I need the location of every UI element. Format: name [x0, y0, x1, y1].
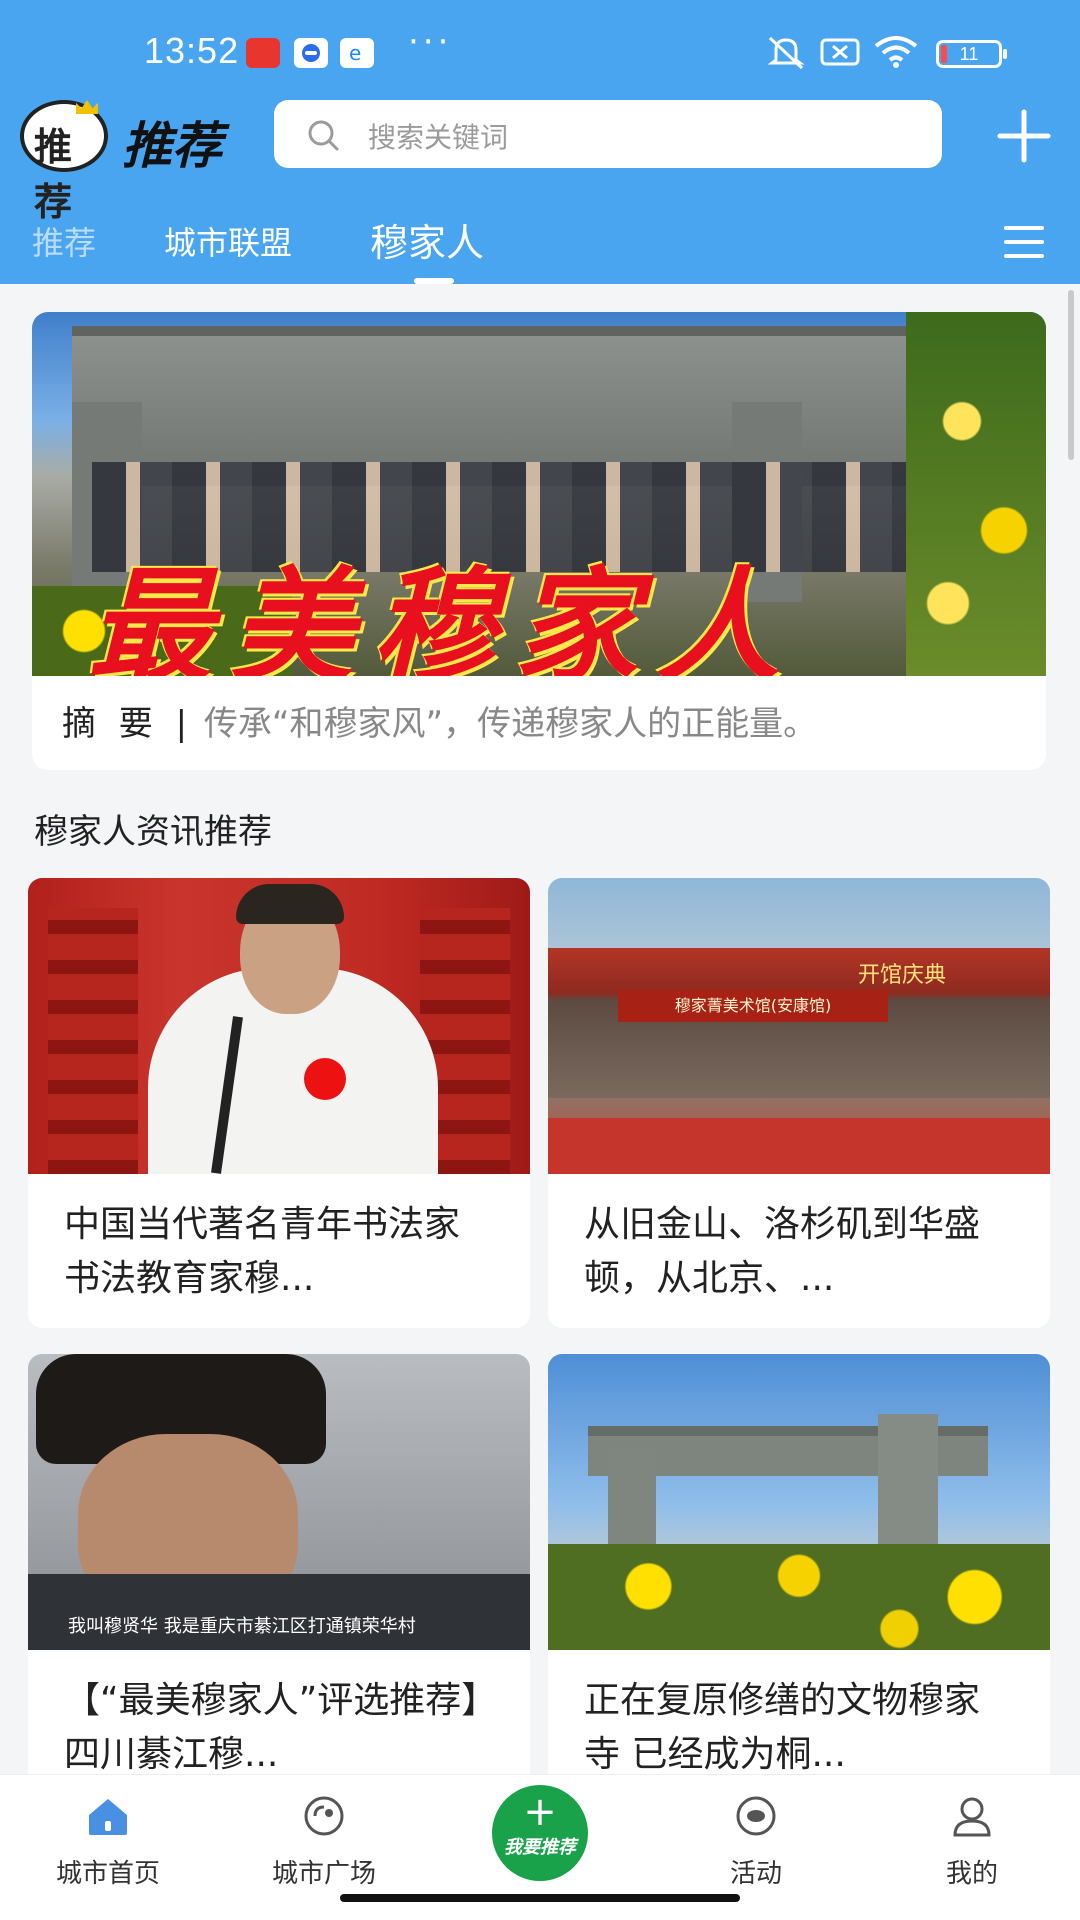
nav-home-label: 城市首页	[55, 1859, 160, 1889]
battery-level: 11	[959, 44, 979, 64]
gesture-home-bar[interactable]	[340, 1894, 740, 1902]
image-rose	[304, 1058, 346, 1100]
nav-mine[interactable]: 我的	[892, 1793, 1052, 1890]
image-sign-celebration: 开馆庆典	[858, 963, 947, 988]
image-hair	[236, 884, 344, 924]
tab-city-alliance[interactable]: 城市联盟	[164, 218, 292, 264]
logo-text: 推荐	[122, 116, 222, 175]
news-title: 【“最美穆家人”评选推荐】四川綦江穆...	[64, 1680, 480, 1775]
news-image: 穆家菁美术馆(安康馆) 开馆庆典	[548, 878, 1050, 1174]
mute-icon	[767, 36, 805, 70]
menu-icon[interactable]	[1004, 226, 1044, 258]
banner-title: 最美穆家人	[88, 555, 799, 676]
news-card[interactable]: 我叫穆贤华 我是重庆市綦江区打通镇荣华村 【“最美穆家人”评选推荐】四川綦江穆.…	[28, 1354, 530, 1804]
app-notification-icon	[246, 38, 280, 68]
home-icon	[89, 1799, 127, 1835]
banner-summary: 摘 要 | 传承“和穆家风”，传递穆家人的正能量。	[62, 696, 817, 745]
plus-icon[interactable]	[996, 108, 1052, 164]
browser-notification-icon: e	[340, 38, 374, 68]
feature-banner-card[interactable]: 最美穆家人 摘 要 | 传承“和穆家风”，传递穆家人的正能量。	[32, 312, 1046, 770]
news-title: 从旧金山、洛杉矶到华盛顿，从北京、...	[584, 1204, 981, 1299]
plaza-icon	[304, 1796, 344, 1836]
news-card[interactable]: 中国当代著名青年书法家 书法教育家穆...	[28, 878, 530, 1328]
nav-mine-label: 我的	[945, 1859, 998, 1889]
news-image: 我叫穆贤华 我是重庆市綦江区打通镇荣华村	[28, 1354, 530, 1650]
image-door-left	[48, 908, 138, 1174]
profile-icon	[953, 1797, 991, 1837]
banner-image: 最美穆家人	[32, 312, 1046, 676]
tab-mu-family[interactable]: 穆家人	[370, 212, 484, 267]
summary-label: 摘 要 |	[62, 704, 194, 744]
banner-flowers-right	[906, 312, 1046, 676]
tab-recommend[interactable]: 推荐	[32, 218, 96, 264]
more-notifications-icon: ···	[408, 22, 453, 62]
top-header: 13:52 e ··· 11 推荐 推荐 搜索关键词 推荐 城市联盟 穆家人	[0, 0, 1080, 284]
search-bar[interactable]: 搜索关键词	[274, 100, 942, 168]
battery-icon: 11	[936, 40, 1007, 68]
summary-text: 传承“和穆家风”，传递穆家人的正能量。	[203, 704, 818, 744]
no-sim-icon	[820, 38, 860, 66]
image-flowers	[548, 1544, 1050, 1650]
image-carpet	[548, 1118, 1050, 1174]
news-image	[548, 1354, 1050, 1650]
channel-tabs: 推荐 城市联盟 穆家人	[0, 206, 1080, 284]
nav-home[interactable]: 城市首页	[28, 1793, 188, 1890]
news-title: 正在复原修缮的文物穆家寺 已经成为桐...	[584, 1680, 981, 1775]
recommend-label: 我要推荐	[504, 1837, 576, 1858]
section-title: 穆家人资讯推荐	[34, 812, 272, 852]
chat-notification-icon	[294, 38, 328, 68]
image-sign: 穆家菁美术馆(安康馆)	[618, 990, 888, 1022]
nav-plaza[interactable]: 城市广场	[244, 1793, 404, 1890]
app-logo[interactable]: 推荐 推荐	[20, 98, 230, 224]
wifi-icon	[874, 36, 918, 68]
svg-text:e: e	[349, 41, 361, 65]
news-card[interactable]: 正在复原修缮的文物穆家寺 已经成为桐...	[548, 1354, 1050, 1804]
status-time: 13:52	[144, 30, 240, 71]
recommend-plus-icon: +	[523, 1789, 557, 1835]
recommend-button[interactable]: + 我要推荐	[492, 1785, 588, 1881]
scrollbar[interactable]	[1068, 290, 1074, 460]
image-caption: 我叫穆贤华 我是重庆市綦江区打通镇荣华村	[68, 1616, 416, 1637]
news-card[interactable]: 穆家菁美术馆(安康馆) 开馆庆典 从旧金山、洛杉矶到华盛顿，从北京、...	[548, 878, 1050, 1328]
nav-activity-label: 活动	[729, 1859, 782, 1889]
news-title: 中国当代著名青年书法家 书法教育家穆...	[64, 1204, 461, 1299]
nav-activity[interactable]: 活动	[676, 1793, 836, 1890]
nav-plaza-label: 城市广场	[271, 1859, 376, 1889]
status-bar: 13:52 e ··· 11	[0, 0, 1080, 100]
search-icon	[308, 120, 339, 151]
news-image	[28, 878, 530, 1174]
active-tab-indicator	[414, 278, 454, 284]
activity-icon	[736, 1796, 776, 1836]
search-placeholder: 搜索关键词	[368, 121, 509, 154]
